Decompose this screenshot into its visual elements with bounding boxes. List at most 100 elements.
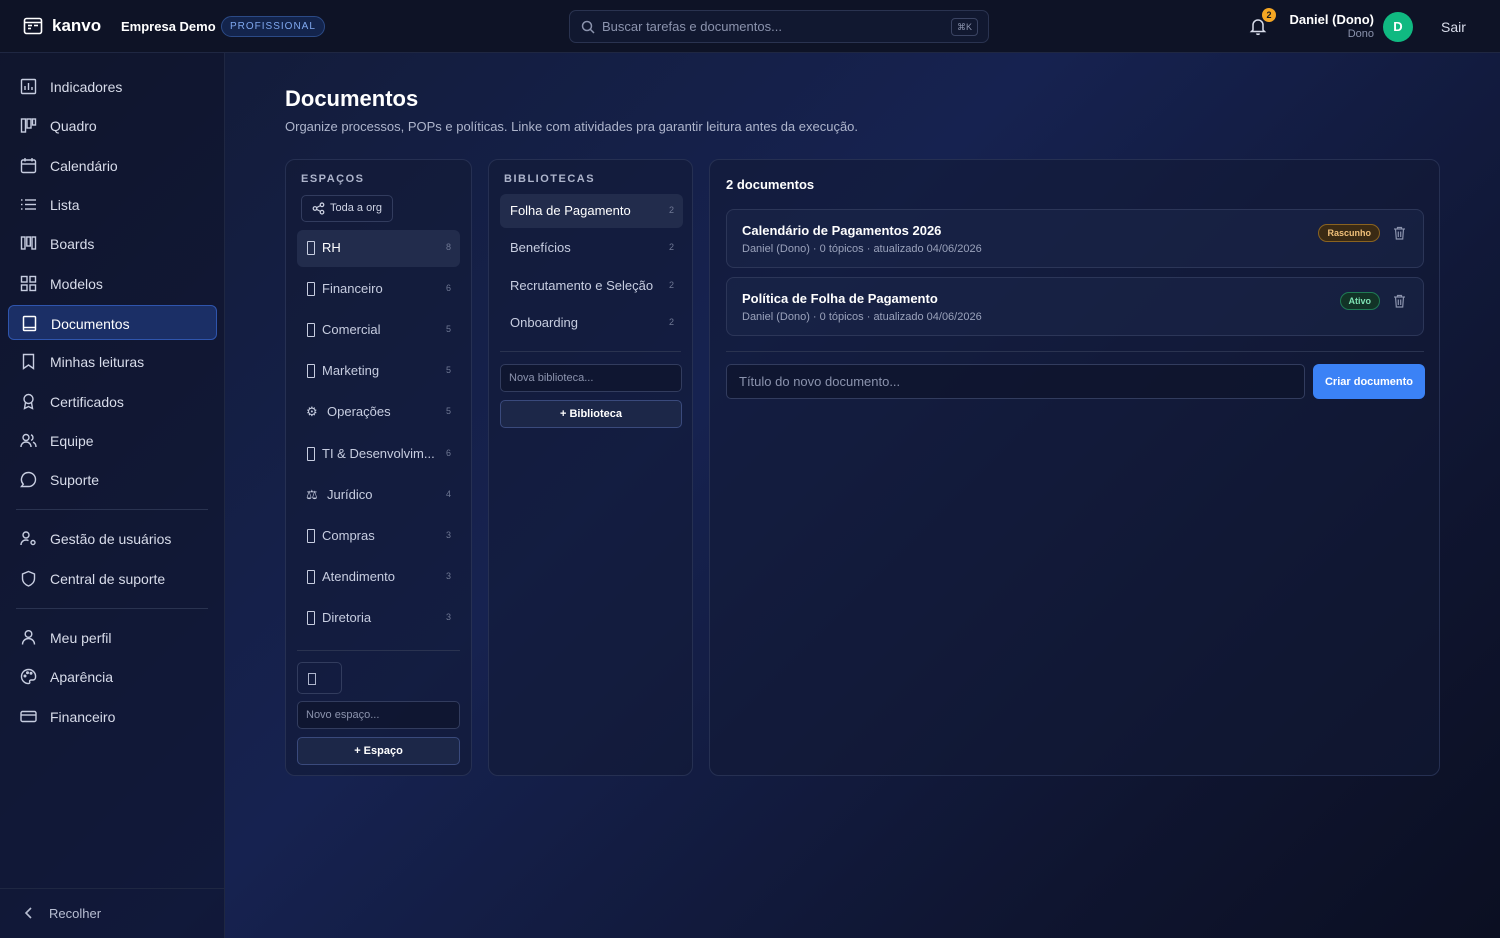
document-card[interactable]: Calendário de Pagamentos 2026 Daniel (Do… (726, 209, 1424, 268)
app-name: kanvo (52, 16, 102, 35)
kanban-icon (20, 118, 37, 133)
document-meta: Daniel (Dono) · 0 tópicos · atualizado 0… (742, 243, 982, 255)
space-icon-picker[interactable] (297, 662, 342, 694)
new-library-input[interactable] (500, 364, 682, 392)
sidebar-item-central-suporte[interactable]: Central de suporte (8, 561, 217, 596)
library-item-onboarding[interactable]: Onboarding 2 (500, 306, 683, 340)
bookmark-icon (22, 353, 35, 370)
space-item-operacoes[interactable]: ⚙ Operações 5 (297, 394, 460, 431)
library-count: 2 (668, 280, 674, 290)
space-count: 6 (445, 283, 451, 293)
spaces-header: ESPAÇOS (301, 173, 365, 185)
sidebar-item-calendario[interactable]: Calendário (8, 148, 217, 183)
search-icon (581, 20, 595, 34)
grid-icon (20, 275, 37, 292)
space-item-diretoria[interactable]: Diretoria 3 (297, 600, 460, 637)
space-count: 5 (445, 324, 451, 334)
library-item-recrutamento[interactable]: Recrutamento e Seleção 2 (500, 269, 683, 303)
sidebar-item-modelos[interactable]: Modelos (8, 266, 217, 301)
search-shortcut: ⌘K (950, 18, 978, 36)
sidebar-item-suporte[interactable]: Suporte (8, 462, 217, 497)
space-label: Jurídico (327, 487, 373, 502)
space-count: 5 (445, 365, 451, 375)
space-item-juridico[interactable]: ⚖ Jurídico 4 (297, 477, 460, 514)
library-item-folha-pagamento[interactable]: Folha de Pagamento 2 (500, 194, 683, 228)
space-label: Comercial (322, 322, 381, 337)
add-space-button[interactable]: + Espaço (297, 737, 460, 765)
page-title: Documentos (285, 86, 419, 111)
new-space-input[interactable] (297, 701, 460, 729)
sidebar-item-lista[interactable]: Lista (8, 187, 217, 222)
sidebar-item-label: Quadro (50, 118, 97, 134)
shield-icon (21, 570, 36, 587)
sidebar-item-gestao-usuarios[interactable]: Gestão de usuários (8, 521, 217, 556)
space-item-compras[interactable]: Compras 3 (297, 518, 460, 555)
document-title: Política de Folha de Pagamento (742, 291, 938, 306)
library-item-beneficios[interactable]: Benefícios 2 (500, 231, 683, 265)
sidebar-item-label: Equipe (50, 433, 94, 449)
org-filter-chip[interactable]: Toda a org (301, 195, 393, 222)
sidebar-item-label: Lista (50, 197, 80, 213)
space-item-comercial[interactable]: Comercial 5 (297, 312, 460, 349)
search-input[interactable] (602, 11, 942, 42)
kanvo-logo-icon (23, 17, 43, 35)
sidebar-item-certificados[interactable]: Certificados (8, 384, 217, 419)
org-name: Empresa Demo (121, 19, 216, 34)
award-icon (23, 393, 34, 410)
folder-icon (307, 529, 315, 543)
sidebar-item-boards[interactable]: Boards (8, 226, 217, 261)
space-item-financeiro[interactable]: Financeiro 6 (297, 271, 460, 308)
new-document-title-input[interactable] (726, 364, 1305, 399)
credit-card-icon (20, 710, 37, 723)
library-count: 2 (668, 242, 674, 252)
space-count: 8 (445, 242, 451, 252)
search-bar[interactable]: ⌘K (569, 10, 989, 43)
collapse-sidebar-button[interactable]: Recolher (0, 888, 224, 938)
document-card[interactable]: Política de Folha de Pagamento Daniel (D… (726, 277, 1424, 336)
documents-count: 2 documentos (726, 177, 815, 192)
users-icon (20, 433, 37, 448)
folder-icon (307, 570, 315, 584)
palette-icon (20, 668, 37, 685)
sidebar-item-minhas-leituras[interactable]: Minhas leituras (8, 344, 217, 379)
calendar-icon (20, 158, 37, 174)
user-icon (21, 630, 36, 645)
sidebar-item-aparencia[interactable]: Aparência (8, 659, 217, 694)
add-library-button[interactable]: + Biblioteca (500, 400, 682, 428)
trash-icon[interactable] (1393, 294, 1406, 308)
sidebar-item-meu-perfil[interactable]: Meu perfil (8, 620, 217, 655)
space-item-marketing[interactable]: Marketing 5 (297, 353, 460, 390)
folder-icon (307, 323, 315, 337)
folder-icon (307, 611, 315, 625)
sidebar-item-documentos[interactable]: Documentos (8, 305, 217, 340)
sidebar-item-quadro[interactable]: Quadro (8, 108, 217, 143)
spaces-panel: ESPAÇOS Toda a org RH 8 Financeiro 6 Com… (285, 159, 472, 776)
folder-icon (307, 241, 315, 255)
space-item-rh[interactable]: RH 8 (297, 230, 460, 267)
create-document-button[interactable]: Criar documento (1313, 364, 1425, 399)
logout-button[interactable]: Sair (1441, 19, 1466, 35)
sidebar-item-financeiro[interactable]: Financeiro (8, 699, 217, 734)
user-name: Daniel (Dono) (1289, 12, 1375, 27)
sidebar-item-label: Documentos (51, 316, 130, 332)
sidebar-item-label: Suporte (50, 472, 100, 488)
sidebar-item-equipe[interactable]: Equipe (8, 423, 217, 458)
user-role: Dono (1347, 28, 1374, 40)
space-count: 3 (445, 612, 451, 622)
sidebar-divider (16, 509, 208, 510)
space-count: 6 (445, 448, 451, 458)
sidebar-item-label: Meu perfil (50, 630, 112, 646)
library-label: Benefícios (510, 240, 571, 255)
sidebar-item-indicadores[interactable]: Indicadores (8, 69, 217, 104)
trash-icon[interactable] (1393, 226, 1406, 240)
status-badge: Rascunho (1318, 224, 1380, 242)
list-icon (21, 199, 36, 210)
bar-chart-icon (20, 78, 37, 95)
space-item-ti-desenvolvimento[interactable]: TI & Desenvolvim... 6 (297, 436, 460, 473)
avatar[interactable]: D (1383, 12, 1413, 42)
space-label: Operações (327, 404, 391, 419)
status-badge: Ativo (1339, 292, 1380, 310)
sidebar-item-label: Modelos (50, 276, 103, 292)
sidebar-item-label: Certificados (50, 394, 124, 410)
space-item-atendimento[interactable]: Atendimento 3 (297, 559, 460, 596)
